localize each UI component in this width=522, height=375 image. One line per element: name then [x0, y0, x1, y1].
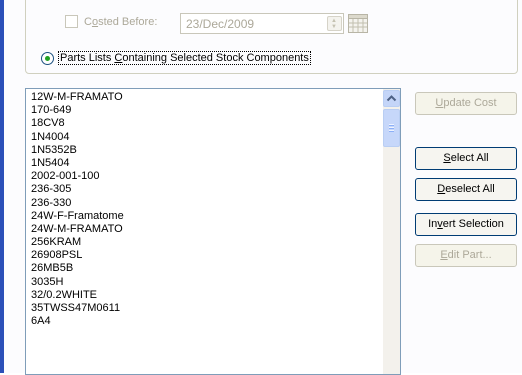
list-item[interactable]: 35TWSS47M0611 — [31, 302, 376, 315]
invert-selection-button[interactable]: Invert Selection — [415, 213, 517, 236]
costed-before-label: Costed Before: — [84, 16, 158, 28]
update-cost-button[interactable]: Update Cost — [415, 92, 517, 115]
vertical-scrollbar[interactable] — [383, 89, 400, 374]
parts-lists-radio[interactable] — [41, 52, 54, 65]
list-item[interactable]: 12W-M-FRAMATO — [31, 91, 376, 104]
thumb-grip-icon — [389, 124, 394, 125]
date-spinner[interactable]: ▲ ▼ — [327, 16, 342, 31]
parts-list[interactable]: 12W-M-FRAMATO 170-649 18CV8 1N4004 1N535… — [25, 88, 401, 375]
list-item[interactable]: 1N4004 — [31, 131, 376, 144]
scroll-up-button[interactable] — [383, 90, 400, 107]
costed-before-date-field[interactable]: 23/Dec/2009 ▲ ▼ — [180, 13, 344, 34]
list-item[interactable]: 236-330 — [31, 197, 376, 210]
list-item[interactable]: 18CV8 — [31, 117, 376, 130]
calendar-icon — [348, 14, 368, 33]
list-item[interactable]: 236-305 — [31, 183, 376, 196]
list-item[interactable]: 26MB5B — [31, 262, 376, 275]
list-item[interactable]: 2002-001-100 — [31, 170, 376, 183]
list-item[interactable]: 3035H — [31, 276, 376, 289]
date-value: 23/Dec/2009 — [186, 17, 255, 31]
list-item[interactable]: 170-649 — [31, 104, 376, 117]
spin-down-icon: ▼ — [331, 24, 337, 30]
list-item[interactable]: 1N5404 — [31, 157, 376, 170]
scroll-up-arrow-icon — [386, 95, 397, 102]
list-item[interactable]: 1N5352B — [31, 144, 376, 157]
list-item[interactable]: 6A4 — [31, 315, 376, 328]
list-item[interactable]: 32/0.2WHITE — [31, 289, 376, 302]
parts-lists-option-label[interactable]: Parts Lists Containing Selected Stock Co… — [58, 51, 311, 65]
thumb-grip-icon — [389, 127, 394, 128]
calendar-button[interactable] — [348, 14, 368, 33]
parts-list-items: 12W-M-FRAMATO 170-649 18CV8 1N4004 1N535… — [31, 91, 376, 328]
scroll-thumb[interactable] — [383, 109, 400, 147]
list-item[interactable]: 256KRAM — [31, 236, 376, 249]
list-item[interactable]: 24W-M-FRAMATO — [31, 223, 376, 236]
list-item[interactable]: 26908PSL — [31, 249, 376, 262]
costed-before-checkbox[interactable] — [65, 15, 78, 28]
deselect-all-button[interactable]: Deselect All — [415, 178, 517, 201]
radio-selected-dot — [45, 56, 50, 61]
select-all-button[interactable]: Select All — [415, 147, 517, 170]
thumb-grip-icon — [389, 130, 394, 131]
edit-part-button[interactable]: Edit Part... — [415, 244, 517, 267]
list-item[interactable]: 24W-F-Framatome — [31, 210, 376, 223]
